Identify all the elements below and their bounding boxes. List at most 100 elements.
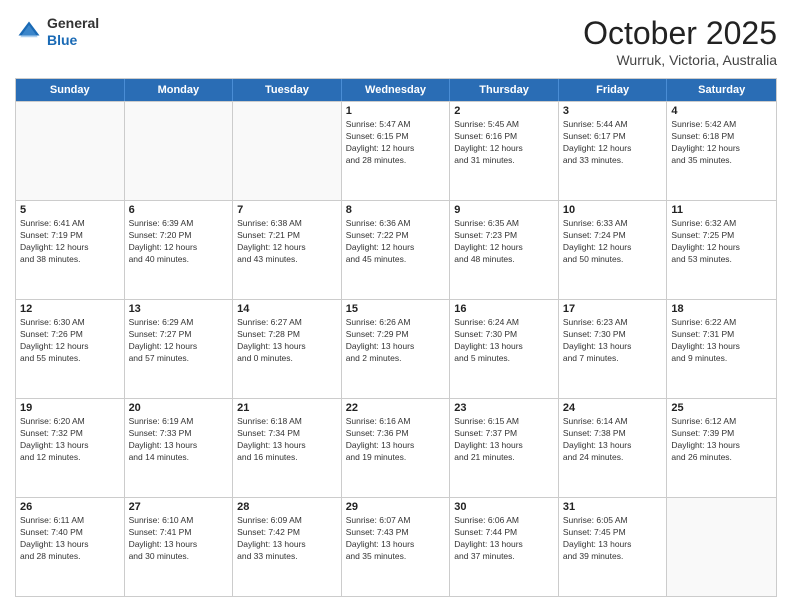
cal-day-30: 30Sunrise: 6:06 AM Sunset: 7:44 PM Dayli… — [450, 498, 559, 596]
day-number: 29 — [346, 501, 446, 513]
day-info: Sunrise: 6:24 AM Sunset: 7:30 PM Dayligh… — [454, 317, 554, 365]
calendar-header: SundayMondayTuesdayWednesdayThursdayFrid… — [16, 79, 776, 101]
day-number: 18 — [671, 303, 772, 315]
day-number: 13 — [129, 303, 229, 315]
day-info: Sunrise: 6:26 AM Sunset: 7:29 PM Dayligh… — [346, 317, 446, 365]
cal-empty-cell — [667, 498, 776, 596]
calendar-row-2: 5 Sunrise: 6:41 AM Sunset: 7:19 PM Daylig… — [16, 200, 776, 299]
day-info: Sunrise: 6:36 AM Sunset: 7:22 PM Dayligh… — [346, 218, 446, 266]
weekday-header-tuesday: Tuesday — [233, 79, 342, 101]
day-number: 19 — [20, 402, 120, 414]
day-info: Sunrise: 6:15 AM Sunset: 7:37 PM Dayligh… — [454, 416, 554, 464]
cal-day-3: 3Sunrise: 5:44 AM Sunset: 6:17 PM Daylig… — [559, 102, 668, 200]
day-info: Sunrise: 6:10 AM Sunset: 7:41 PM Dayligh… — [129, 515, 229, 563]
logo-text: General Blue — [47, 15, 99, 49]
day-number: 31 — [563, 501, 663, 513]
day-number: 4 — [671, 105, 772, 117]
day-number: 23 — [454, 402, 554, 414]
cal-empty-cell — [125, 102, 234, 200]
cal-day-16: 16 Sunrise: 6:24 AM Sunset: 7:30 PM Dayli… — [450, 300, 559, 398]
day-info: Sunrise: 6:35 AM Sunset: 7:23 PM Dayligh… — [454, 218, 554, 266]
day-info: Sunrise: 6:05 AM Sunset: 7:45 PM Dayligh… — [563, 515, 663, 563]
cal-day-14: 14Sunrise: 6:27 AM Sunset: 7:28 PM Dayli… — [233, 300, 342, 398]
day-number: 16 — [454, 303, 554, 315]
cal-day-20: 20 Sunrise: 6:19 AM Sunset: 7:33 PM Dayli… — [125, 399, 234, 497]
cal-day-24: 24 Sunrise: 6:14 AM Sunset: 7:38 PM Dayli… — [559, 399, 668, 497]
cal-day-19: 19 Sunrise: 6:20 AM Sunset: 7:32 PM Dayli… — [16, 399, 125, 497]
day-info: Sunrise: 6:16 AM Sunset: 7:36 PM Dayligh… — [346, 416, 446, 464]
day-number: 5 — [20, 204, 120, 216]
day-number: 28 — [237, 501, 337, 513]
calendar-row-4: 19 Sunrise: 6:20 AM Sunset: 7:32 PM Dayli… — [16, 398, 776, 497]
weekday-header-friday: Friday — [559, 79, 668, 101]
day-info: Sunrise: 6:32 AM Sunset: 7:25 PM Dayligh… — [671, 218, 772, 266]
cal-empty-cell — [233, 102, 342, 200]
day-info: Sunrise: 5:42 AM Sunset: 6:18 PM Dayligh… — [671, 119, 772, 167]
logo-general: General — [47, 15, 99, 31]
day-number: 24 — [563, 402, 663, 414]
day-number: 21 — [237, 402, 337, 414]
cal-day-1: 1 Sunrise: 5:47 AM Sunset: 6:15 PM Daylig… — [342, 102, 451, 200]
day-number: 1 — [346, 105, 446, 117]
calendar-row-3: 12 Sunrise: 6:30 AM Sunset: 7:26 PM Dayli… — [16, 299, 776, 398]
cal-day-5: 5 Sunrise: 6:41 AM Sunset: 7:19 PM Daylig… — [16, 201, 125, 299]
cal-day-13: 13 Sunrise: 6:29 AM Sunset: 7:27 PM Dayli… — [125, 300, 234, 398]
day-info: Sunrise: 6:22 AM Sunset: 7:31 PM Dayligh… — [671, 317, 772, 365]
cal-day-7: 7Sunrise: 6:38 AM Sunset: 7:21 PM Daylig… — [233, 201, 342, 299]
day-info: Sunrise: 6:14 AM Sunset: 7:38 PM Dayligh… — [563, 416, 663, 464]
day-info: Sunrise: 6:20 AM Sunset: 7:32 PM Dayligh… — [20, 416, 120, 464]
page: General Blue October 2025 Wurruk, Victor… — [0, 0, 792, 612]
calendar-body: 1 Sunrise: 5:47 AM Sunset: 6:15 PM Daylig… — [16, 101, 776, 596]
cal-day-28: 28 Sunrise: 6:09 AM Sunset: 7:42 PM Dayli… — [233, 498, 342, 596]
day-number: 25 — [671, 402, 772, 414]
day-number: 2 — [454, 105, 554, 117]
cal-day-9: 9Sunrise: 6:35 AM Sunset: 7:23 PM Daylig… — [450, 201, 559, 299]
day-number: 3 — [563, 105, 663, 117]
cal-day-25: 25 Sunrise: 6:12 AM Sunset: 7:39 PM Dayli… — [667, 399, 776, 497]
day-info: Sunrise: 6:30 AM Sunset: 7:26 PM Dayligh… — [20, 317, 120, 365]
day-number: 11 — [671, 204, 772, 216]
day-number: 6 — [129, 204, 229, 216]
day-info: Sunrise: 6:12 AM Sunset: 7:39 PM Dayligh… — [671, 416, 772, 464]
day-info: Sunrise: 6:19 AM Sunset: 7:33 PM Dayligh… — [129, 416, 229, 464]
day-info: Sunrise: 6:18 AM Sunset: 7:34 PM Dayligh… — [237, 416, 337, 464]
cal-day-26: 26Sunrise: 6:11 AM Sunset: 7:40 PM Dayli… — [16, 498, 125, 596]
cal-day-11: 11 Sunrise: 6:32 AM Sunset: 7:25 PM Dayli… — [667, 201, 776, 299]
day-info: Sunrise: 5:45 AM Sunset: 6:16 PM Dayligh… — [454, 119, 554, 167]
cal-day-8: 8 Sunrise: 6:36 AM Sunset: 7:22 PM Daylig… — [342, 201, 451, 299]
day-number: 12 — [20, 303, 120, 315]
weekday-header-sunday: Sunday — [16, 79, 125, 101]
weekday-header-thursday: Thursday — [450, 79, 559, 101]
day-info: Sunrise: 5:47 AM Sunset: 6:15 PM Dayligh… — [346, 119, 446, 167]
day-info: Sunrise: 6:39 AM Sunset: 7:20 PM Dayligh… — [129, 218, 229, 266]
cal-day-17: 17Sunrise: 6:23 AM Sunset: 7:30 PM Dayli… — [559, 300, 668, 398]
day-info: Sunrise: 6:06 AM Sunset: 7:44 PM Dayligh… — [454, 515, 554, 563]
title-location: Wurruk, Victoria, Australia — [583, 52, 777, 68]
day-number: 22 — [346, 402, 446, 414]
cal-day-27: 27 Sunrise: 6:10 AM Sunset: 7:41 PM Dayli… — [125, 498, 234, 596]
weekday-header-monday: Monday — [125, 79, 234, 101]
day-number: 27 — [129, 501, 229, 513]
day-number: 26 — [20, 501, 120, 513]
cal-day-10: 10Sunrise: 6:33 AM Sunset: 7:24 PM Dayli… — [559, 201, 668, 299]
day-number: 8 — [346, 204, 446, 216]
day-info: Sunrise: 6:29 AM Sunset: 7:27 PM Dayligh… — [129, 317, 229, 365]
calendar-row-1: 1 Sunrise: 5:47 AM Sunset: 6:15 PM Daylig… — [16, 101, 776, 200]
day-info: Sunrise: 6:09 AM Sunset: 7:42 PM Dayligh… — [237, 515, 337, 563]
cal-day-29: 29Sunrise: 6:07 AM Sunset: 7:43 PM Dayli… — [342, 498, 451, 596]
day-info: Sunrise: 6:41 AM Sunset: 7:19 PM Dayligh… — [20, 218, 120, 266]
day-number: 15 — [346, 303, 446, 315]
cal-day-12: 12 Sunrise: 6:30 AM Sunset: 7:26 PM Dayli… — [16, 300, 125, 398]
cal-day-22: 22 Sunrise: 6:16 AM Sunset: 7:36 PM Dayli… — [342, 399, 451, 497]
day-info: Sunrise: 6:27 AM Sunset: 7:28 PM Dayligh… — [237, 317, 337, 365]
cal-day-23: 23 Sunrise: 6:15 AM Sunset: 7:37 PM Dayli… — [450, 399, 559, 497]
title-month: October 2025 — [583, 15, 777, 52]
logo: General Blue — [15, 15, 99, 49]
cal-day-6: 6 Sunrise: 6:39 AM Sunset: 7:20 PM Daylig… — [125, 201, 234, 299]
day-number: 20 — [129, 402, 229, 414]
day-number: 17 — [563, 303, 663, 315]
cal-day-4: 4 Sunrise: 5:42 AM Sunset: 6:18 PM Daylig… — [667, 102, 776, 200]
weekday-header-wednesday: Wednesday — [342, 79, 451, 101]
cal-empty-cell — [16, 102, 125, 200]
logo-blue: Blue — [47, 32, 77, 48]
